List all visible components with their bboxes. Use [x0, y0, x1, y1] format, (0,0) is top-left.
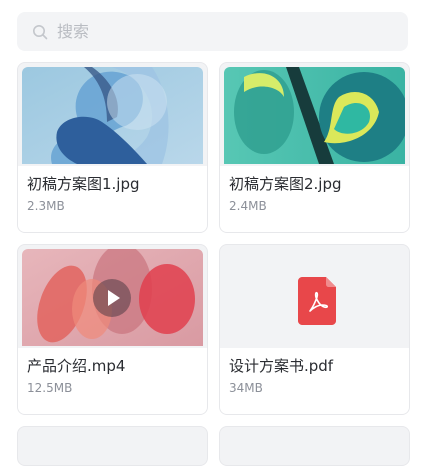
search-placeholder: 搜索	[57, 21, 90, 41]
file-size: 2.4MB	[229, 199, 267, 213]
file-card[interactable]: 产品介绍.mp4 12.5MB	[17, 244, 208, 415]
file-name: 初稿方案图2.jpg	[229, 175, 342, 193]
file-card[interactable]: 初稿方案图1.jpg 2.3MB	[17, 62, 208, 233]
search-input[interactable]: 搜索	[17, 12, 408, 51]
video-thumbnail	[22, 249, 203, 346]
image-thumbnail	[22, 67, 203, 164]
file-card[interactable]: 初稿方案图2.jpg 2.4MB	[219, 62, 410, 233]
search-icon	[33, 24, 48, 39]
file-size: 2.3MB	[27, 199, 65, 213]
image-thumbnail	[224, 67, 405, 164]
file-card[interactable]	[17, 426, 208, 466]
file-card[interactable]: 设计方案书.pdf 34MB	[219, 244, 410, 415]
file-name: 产品介绍.mp4	[27, 357, 126, 375]
pdf-thumbnail	[224, 249, 405, 346]
play-icon[interactable]	[93, 279, 131, 317]
file-size: 12.5MB	[27, 381, 73, 395]
pdf-icon	[298, 277, 336, 325]
file-name: 初稿方案图1.jpg	[27, 175, 140, 193]
file-name: 设计方案书.pdf	[229, 357, 334, 375]
file-card[interactable]	[219, 426, 410, 466]
file-size: 34MB	[229, 381, 263, 395]
